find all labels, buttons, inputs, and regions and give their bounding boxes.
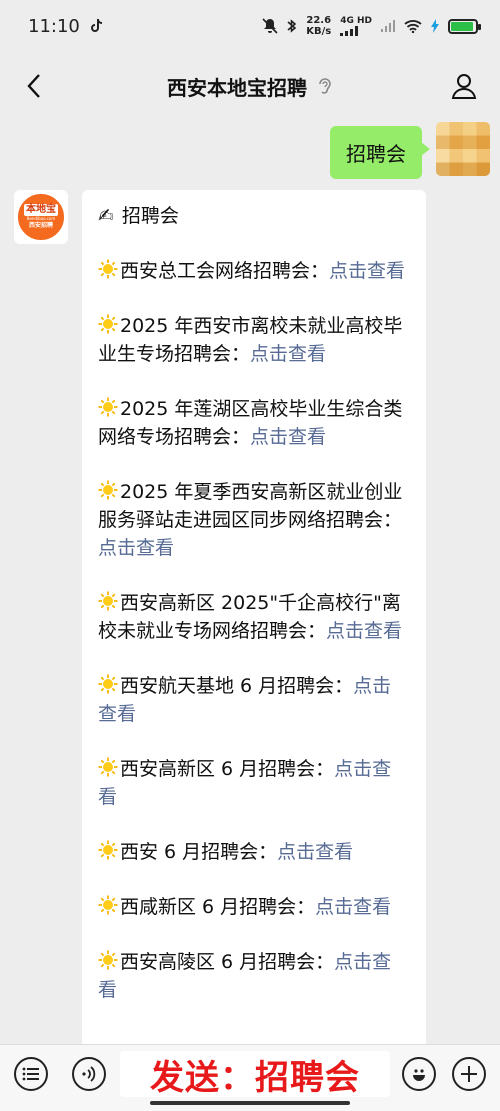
mute-bell-icon: [262, 18, 278, 34]
network-type: 4G HD: [340, 15, 372, 26]
sun-icon: [98, 397, 118, 417]
bendibao-logo: 本地宝 Bendibao.com 西安招聘: [16, 192, 66, 242]
ear-icon: [319, 78, 331, 94]
sent-message-row: 招聘会: [330, 122, 490, 179]
job-fair-title: 西安航天基地 6 月招聘会：: [120, 675, 354, 697]
reply-heading: ✍ 招聘会: [98, 202, 410, 230]
writing-hand-icon: ✍: [98, 205, 114, 227]
logo-sub-text: 西安招聘: [28, 222, 53, 229]
sent-message-bubble[interactable]: 招聘会: [330, 126, 430, 179]
battery-level: [451, 21, 473, 31]
status-left: 11:10: [28, 16, 102, 37]
home-indicator: [150, 1101, 350, 1105]
job-fair-title: 2025 年夏季西安高新区就业创业服务驿站走进园区同步网络招聘会：: [98, 481, 403, 531]
view-details-link[interactable]: 点击查看: [250, 426, 326, 448]
voice-icon: [82, 1066, 96, 1082]
status-time: 11:10: [28, 15, 80, 37]
message-input[interactable]: 发送：招聘会: [120, 1051, 390, 1098]
back-button[interactable]: [14, 66, 54, 106]
job-fair-item: 西安 6 月招聘会：点击查看: [98, 838, 410, 866]
signal-icon: [340, 25, 359, 36]
speed-value: 22.6: [306, 15, 332, 26]
nav-bar: 西安本地宝招聘: [0, 56, 500, 116]
bot-avatar[interactable]: 本地宝 Bendibao.com 西安招聘: [14, 190, 68, 244]
signal-empty-icon: [381, 20, 395, 32]
speed-unit: KB/s: [306, 26, 332, 37]
chevron-left-icon: [27, 74, 40, 98]
sun-icon: [98, 895, 118, 915]
job-fair-item: 西安航天基地 6 月招聘会：点击查看: [98, 672, 410, 728]
sun-icon: [98, 757, 118, 777]
job-fair-title: 西安高陵区 6 月招聘会：: [120, 951, 335, 973]
sun-icon: [98, 314, 118, 334]
status-right: 22.6 KB/s 4G HD: [262, 15, 481, 37]
job-fair-item: 西咸新区 6 月招聘会：点击查看: [98, 893, 410, 921]
chat-info-button[interactable]: [442, 66, 486, 106]
job-fair-list: 西安总工会网络招聘会：点击查看 2025 年西安市离校未就业高校毕业生专场招聘会：…: [98, 257, 410, 1004]
tiktok-icon: [90, 19, 102, 32]
job-fair-item: 2025 年夏季西安高新区就业创业服务驿站走进园区同步网络招聘会： 点击查看: [98, 478, 410, 562]
sun-icon: [98, 259, 118, 279]
job-fair-item: 西安总工会网络招聘会：点击查看: [98, 257, 410, 285]
job-fair-title: 西安高新区 6 月招聘会：: [120, 758, 335, 780]
list-icon: [22, 1067, 39, 1081]
chat-title-text: 西安本地宝招聘: [167, 75, 307, 100]
job-fair-item: 西安高新区 6 月招聘会：点击查看: [98, 755, 410, 811]
view-details-link[interactable]: 点击查看: [277, 841, 353, 863]
job-fair-item: 2025 年莲湖区高校毕业生综合类网络专场招聘会：点击查看: [98, 395, 410, 451]
reply-bubble: ✍ 招聘会 西安总工会网络招聘会：点击查看 2025 年西安市离校未就业高校毕业生…: [82, 190, 426, 1050]
job-fair-item: 西安高陵区 6 月招聘会：点击查看: [98, 948, 410, 1004]
more-button[interactable]: [452, 1057, 486, 1091]
view-details-link[interactable]: 点击查看: [98, 537, 174, 559]
received-message-row: 本地宝 Bendibao.com 西安招聘 ✍ 招聘会 西安总工会网络招聘会：点…: [14, 190, 426, 1050]
view-details-link[interactable]: 点击查看: [329, 260, 405, 282]
chat-title: 西安本地宝招聘: [167, 72, 333, 101]
job-fair-title: 西安总工会网络招聘会：: [120, 260, 330, 282]
bluetooth-icon: [287, 19, 297, 33]
view-details-link[interactable]: 点击查看: [315, 896, 391, 918]
job-fair-title: 西安 6 月招聘会：: [120, 841, 278, 863]
job-fair-title: 西咸新区 6 月招聘会：: [120, 896, 316, 918]
view-details-link[interactable]: 点击查看: [326, 620, 402, 642]
sun-icon: [98, 480, 118, 500]
sun-icon: [98, 674, 118, 694]
sun-icon: [98, 591, 118, 611]
input-overlay-text: 发送：招聘会: [150, 1057, 360, 1098]
view-details-link[interactable]: 点击查看: [250, 343, 326, 365]
reply-heading-text: 招聘会: [121, 205, 179, 227]
status-bar: 11:10 22.6 KB/s 4G HD: [0, 0, 500, 52]
sun-icon: [98, 840, 118, 860]
user-avatar[interactable]: [436, 122, 490, 176]
wifi-icon: [404, 20, 422, 33]
menu-button[interactable]: [14, 1057, 48, 1091]
charging-bolt-icon: [431, 19, 439, 33]
logo-main-text: 本地宝: [24, 204, 58, 216]
emoji-button[interactable]: [402, 1057, 436, 1091]
plus-icon: [461, 1066, 477, 1082]
job-fair-item: 西安高新区 2025"千企高校行"离校未就业专场网络招聘会：点击查看: [98, 589, 410, 645]
sun-icon: [98, 950, 118, 970]
battery-icon: [448, 18, 481, 34]
smiley-icon: [413, 1069, 425, 1081]
voice-button[interactable]: [72, 1057, 106, 1091]
network-speed: 22.6 KB/s: [306, 15, 331, 37]
job-fair-item: 2025 年西安市离校未就业高校毕业生专场招聘会：点击查看: [98, 312, 410, 368]
person-icon: [451, 74, 477, 99]
